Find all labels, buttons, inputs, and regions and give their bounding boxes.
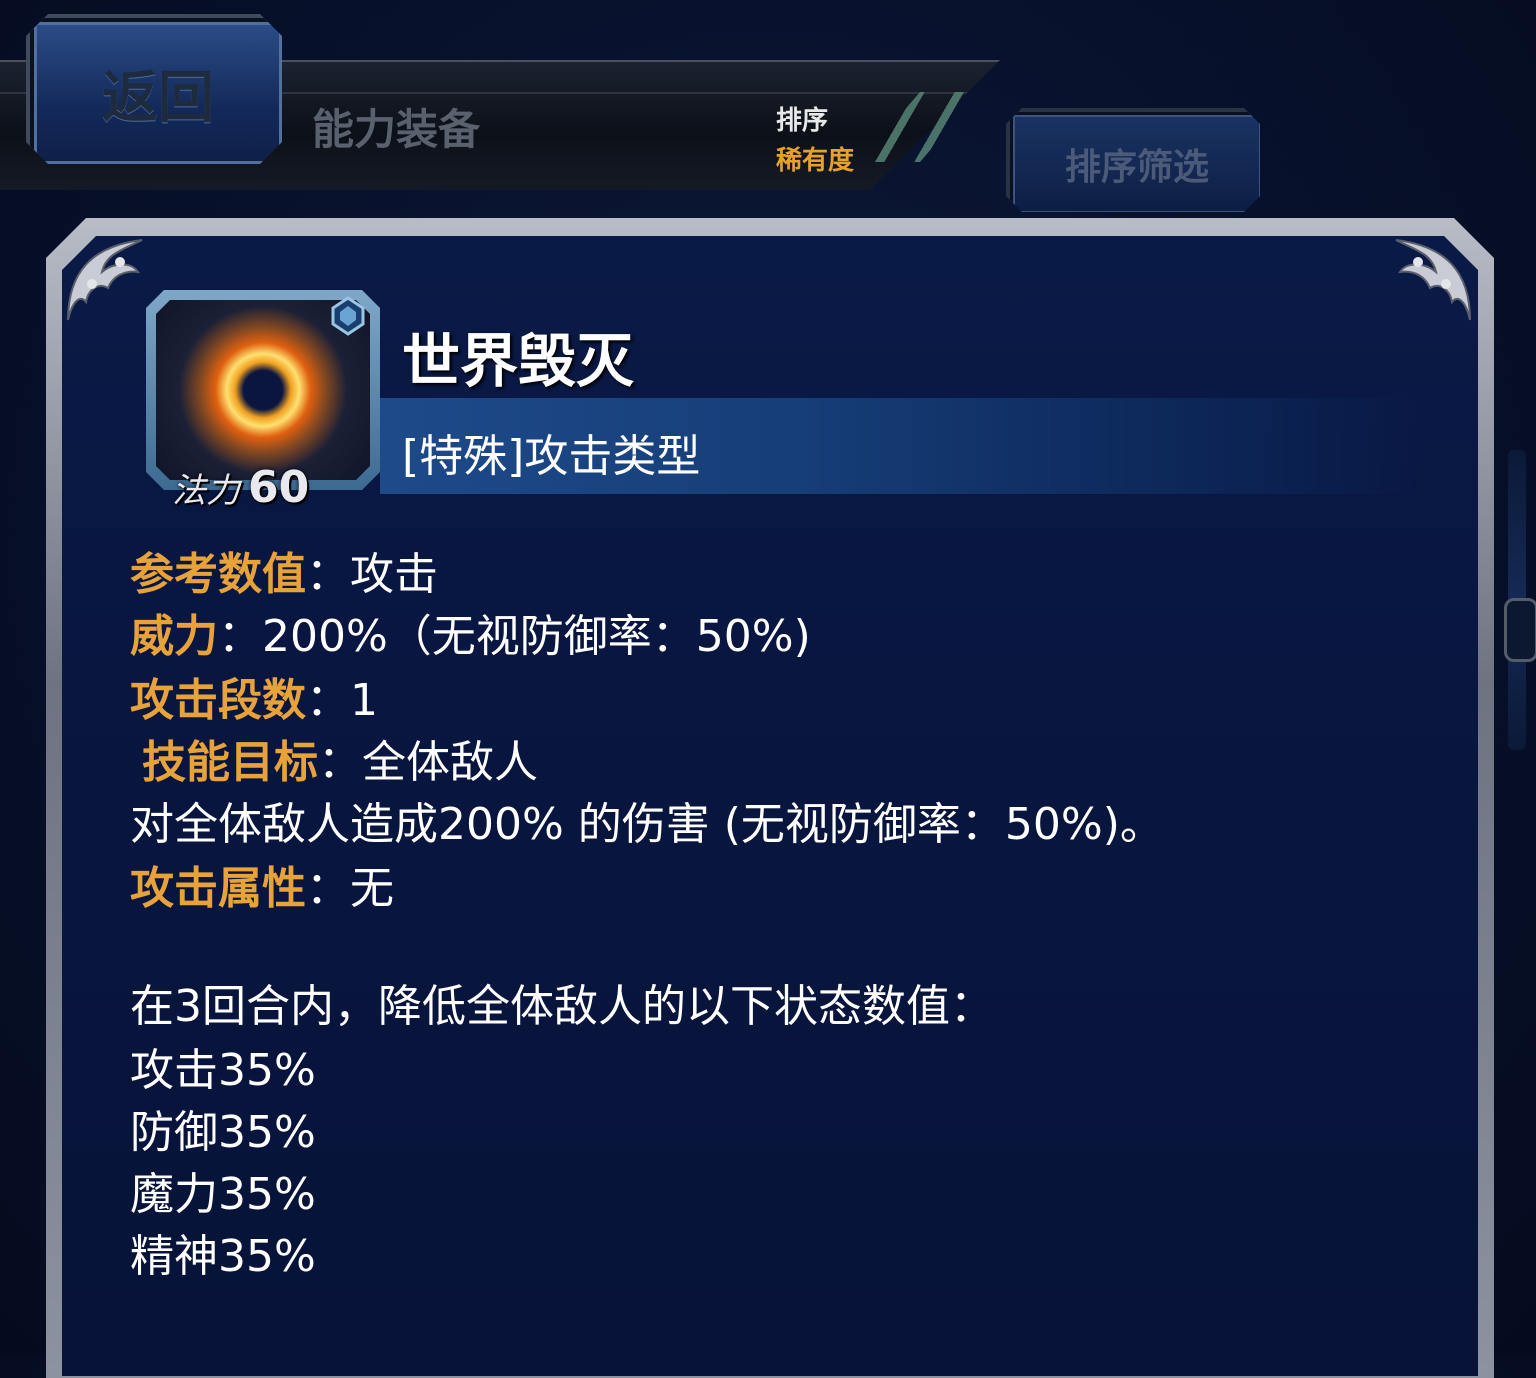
- debuff-intro: 在3回合内，降低全体敌人的以下状态数值：: [130, 981, 994, 1032]
- hit-count-line: 攻击段数：1: [130, 664, 378, 728]
- debuff-item: 魔力35%: [130, 1169, 316, 1220]
- corner-ornament-right: [1395, 239, 1471, 321]
- reference-stat-key: 参考数值: [130, 549, 306, 600]
- debuff-item: 攻击35%: [130, 1045, 316, 1096]
- element-line: 攻击属性：无: [130, 852, 394, 916]
- power-line: 威力：200%（无视防御率：50%): [130, 600, 811, 664]
- element-key: 攻击属性: [130, 863, 306, 914]
- debuff-item: 防御35%: [130, 1107, 316, 1158]
- debuff-item: 精神35%: [130, 1231, 316, 1282]
- sort-value[interactable]: 稀有度: [776, 140, 854, 177]
- power-value: ：200%（无视防御率：50%): [218, 611, 811, 662]
- mp-label: 法力: [172, 471, 240, 511]
- skill-target-key: 技能目标: [142, 737, 318, 788]
- hit-count-key: 攻击段数: [130, 675, 306, 726]
- mp-value: 60: [248, 462, 310, 513]
- effect-line: 对全体敌人造成200% 的伤害 (无视防御率：50%)。: [130, 799, 1164, 850]
- skill-target-value: ：全体敌人: [318, 737, 538, 788]
- page-title: 能力装备: [312, 105, 481, 154]
- sort-filter-button[interactable]: 排序筛选: [1006, 108, 1260, 212]
- skill-target-line: 技能目标：全体敌人: [142, 726, 538, 790]
- gem-icon: [331, 296, 365, 336]
- skill-name: 世界毁灭: [402, 327, 635, 395]
- element-value: ：无: [306, 863, 394, 914]
- sort-label[interactable]: 排序: [776, 100, 828, 137]
- back-button[interactable]: 返回: [26, 14, 282, 164]
- mp-cost-badge: 法力 60: [172, 462, 309, 513]
- scrollbar-thumb[interactable]: [1504, 598, 1536, 662]
- hit-count-value: ：1: [306, 675, 378, 726]
- skill-type: [特殊]攻击类型: [402, 431, 701, 482]
- reference-stat-line: 参考数值：攻击: [130, 538, 438, 602]
- reference-stat-value: ：攻击: [306, 549, 438, 600]
- power-key: 威力: [130, 611, 218, 662]
